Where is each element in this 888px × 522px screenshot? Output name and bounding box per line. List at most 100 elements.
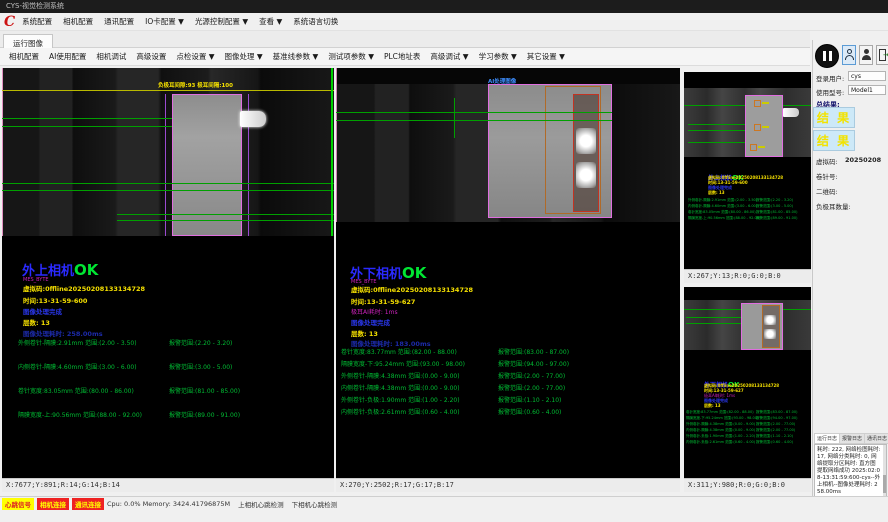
measure-line — [688, 130, 745, 131]
virtual-code-value: 20250208 — [845, 156, 881, 164]
side-control-panel: → 登录用户: cys 使用型号: Model1 总结果: 结 果 结 果 虚拟… — [812, 40, 888, 496]
needle-number-label: 卷针号: — [816, 171, 838, 181]
result-ok-badge: OK — [74, 261, 98, 279]
tool-camera-config[interactable]: 相机配置 — [9, 51, 39, 62]
alarm-range: 报警范围:(2.00 - 77.00) — [498, 383, 565, 392]
menu-item-system-config[interactable]: 系统配置 — [22, 16, 52, 27]
upper-camera-image[interactable]: 负极耳间隙:93 极耳间隔:100 — [2, 68, 334, 236]
alarm-range: 报警范围:(81.00 - 85.00) — [169, 386, 240, 395]
upper-camera-panel: 负极耳间隙:93 极耳间隔:100 外上相机OK MES_BYTE 虚拟码:0f… — [2, 68, 334, 492]
lower-camera-image[interactable]: AI处理图像 — [336, 68, 680, 222]
layer-count: 层数: 13 — [351, 328, 378, 338]
tool-spot-check[interactable]: 点检设置 ▼ — [176, 51, 214, 62]
ai-roi-box — [762, 305, 780, 348]
tool-camera-debug[interactable]: 相机调试 — [96, 51, 126, 62]
measurement-text: 外侧卷针-隔膜:2.91mm 范围:(2.00 - 3.50) — [688, 198, 757, 203]
alarm-range: 报警范围:(83.00 - 87.00) — [756, 410, 797, 415]
alarm-range: 报警范围:(2.00 - 77.00) — [498, 371, 565, 380]
tool-ai-config[interactable]: AI使用配置 — [49, 51, 86, 62]
tool-plc-address[interactable]: PLC地址表 — [384, 51, 420, 62]
measurement-text: 内侧卷针-负极:2.61mm 范围:(0.60 - 4.00) — [341, 407, 460, 416]
tool-test-params[interactable]: 测试项参数 ▼ — [328, 51, 374, 62]
tool-baseline-params[interactable]: 基准线参数 ▼ — [273, 51, 319, 62]
log-scrollbar[interactable] — [883, 445, 886, 501]
detail-marker-box — [754, 124, 761, 131]
tool-learn-params[interactable]: 学习参数 ▼ — [479, 51, 517, 62]
lower-camera-panel: AI处理图像 外下相机OK MES_BYTE 虚拟码:0ffline202502… — [336, 68, 680, 492]
capture-time: 时间:13-31-59-627 — [351, 296, 415, 306]
tool-image-processing[interactable]: 图像处理 ▼ — [225, 51, 263, 62]
virtual-code: 虚拟码:0ffline20250208133134728 — [23, 283, 145, 293]
pixel-coords-readout: X:311;Y:980;R:0;G:0;B:0 — [684, 478, 811, 492]
layer-count: 层数: 13 — [704, 403, 721, 409]
log-tab-comm[interactable]: 通讯日志 — [864, 433, 888, 444]
measurement-text: 外侧卷针-隔膜:2.91mm 范围:(2.00 - 3.50) — [18, 338, 137, 347]
exit-arrow-icon: → — [883, 52, 888, 59]
alarm-range: 报警范围:(83.00 - 87.00) — [498, 347, 569, 356]
alarm-range: 报警范围:(2.20 - 3.20) — [756, 198, 793, 203]
edge-line — [2, 68, 3, 236]
alarm-range: 报警范围:(2.00 - 77.00) — [756, 428, 795, 433]
user-filled-icon — [864, 49, 869, 54]
detail-marker-box — [754, 100, 761, 107]
measurement-text: 卷针宽度:83.77mm 范围:(82.00 - 88.00) — [686, 410, 754, 415]
menu-item-view[interactable]: 查看 ▼ — [259, 16, 282, 27]
thumb-bottom-image[interactable] — [684, 300, 811, 350]
tool-other-settings[interactable]: 其它设置 ▼ — [527, 51, 565, 62]
measure-line — [117, 220, 334, 221]
alarm-range: 报警范围:(2.00 - 77.00) — [756, 422, 795, 427]
neg-tab-count-label: 负极耳数量: — [816, 201, 851, 211]
pause-button[interactable] — [815, 44, 839, 68]
menu-item-light-config[interactable]: 光源控制配置 ▼ — [195, 16, 248, 27]
tool-advanced-debug[interactable]: 高级调试 ▼ — [430, 51, 468, 62]
window-title: CYS-视觉检测系统 — [6, 2, 64, 10]
edge-measure-line — [331, 68, 333, 236]
layer-count: 层数: 13 — [708, 190, 725, 196]
edge-line — [336, 68, 337, 222]
process-status: 图像处理完成 — [351, 317, 390, 327]
log-scrollbar-thumb[interactable] — [883, 475, 886, 493]
camera-link-status-badge: 相机连接 — [37, 498, 69, 510]
measure-line — [336, 120, 612, 121]
model-value[interactable]: Model1 — [848, 85, 886, 95]
tool-advanced-settings[interactable]: 高级设置 — [136, 51, 166, 62]
measure-line — [688, 142, 745, 143]
thumb-top-image[interactable] — [684, 88, 811, 157]
login-user-value[interactable]: cys — [848, 71, 886, 81]
menu-item-camera-config[interactable]: 相机配置 — [63, 16, 93, 27]
exit-button[interactable]: → — [876, 45, 888, 65]
measurement-text: 内侧卷针-隔膜:4.38mm 范围:(0.00 - 9.00) — [686, 428, 755, 433]
tab-connector — [240, 111, 266, 127]
log-tab-run[interactable]: 运行日志 — [814, 433, 840, 444]
thumb-bottom-panel: 外下相机OK 虚拟码:0ffline20250208133134728 时间:1… — [684, 287, 811, 492]
log-tab-alarm[interactable]: 报警日志 — [839, 433, 865, 444]
title-bar: CYS-视觉检测系统 — [0, 0, 888, 13]
comm-link-status-badge: 通讯连接 — [72, 498, 104, 510]
lower-camera-heartbeat-check: 下相机心跳检测 — [292, 499, 338, 509]
pixel-coords-readout: X:270;Y:2502;R:17;G:17;B:17 — [336, 478, 680, 492]
measurement-text: 内侧卷针-隔膜:4.60mm 范围:(3.00 - 6.00) — [18, 362, 137, 371]
user-switch-button[interactable] — [859, 45, 873, 65]
measurement-text: 卷针宽度:83.77mm 范围:(82.00 - 88.00) — [341, 347, 457, 356]
pause-icon — [829, 51, 832, 61]
menu-item-comm-config[interactable]: 通讯配置 — [104, 16, 134, 27]
measurement-text: 内侧卷针-隔膜:4.60mm 范围:(3.00 - 6.00) — [688, 204, 757, 209]
tab-connector — [783, 108, 799, 117]
ai-time: 极耳AI耗时: 1ms — [351, 307, 398, 316]
measure-line — [2, 118, 172, 119]
user-login-button[interactable] — [842, 45, 856, 65]
menu-item-io-config[interactable]: IO卡配置 ▼ — [145, 16, 184, 27]
log-tabs: 运行日志报警日志通讯日志 — [814, 425, 887, 444]
measurement-text: 隔膜宽度-上:90.56mm 范围:(88.00 - 92.00) — [18, 410, 142, 419]
virtual-code: 虚拟码:0ffline20250208133134728 — [351, 284, 473, 294]
upper-camera-heartbeat-check: 上相机心跳检测 — [238, 499, 284, 509]
menu-item-language[interactable]: 系统语言切换 — [293, 16, 338, 27]
alarm-range: 报警范围:(0.60 - 4.00) — [498, 407, 561, 416]
qrcode-label: 二维码: — [816, 186, 838, 196]
virtual-code-label: 虚拟码: — [816, 156, 838, 166]
measure-line — [688, 124, 745, 125]
measure-line — [336, 112, 612, 113]
pixel-coords-readout: X:267;Y:13;R:0;G:0;B:0 — [684, 269, 811, 283]
toolbar: 相机配置 AI使用配置 相机调试 高级设置 点检设置 ▼ 图像处理 ▼ 基准线参… — [0, 48, 810, 66]
measurement-text: 内侧卷针-隔膜:4.38mm 范围:(0.00 - 9.00) — [341, 383, 460, 392]
